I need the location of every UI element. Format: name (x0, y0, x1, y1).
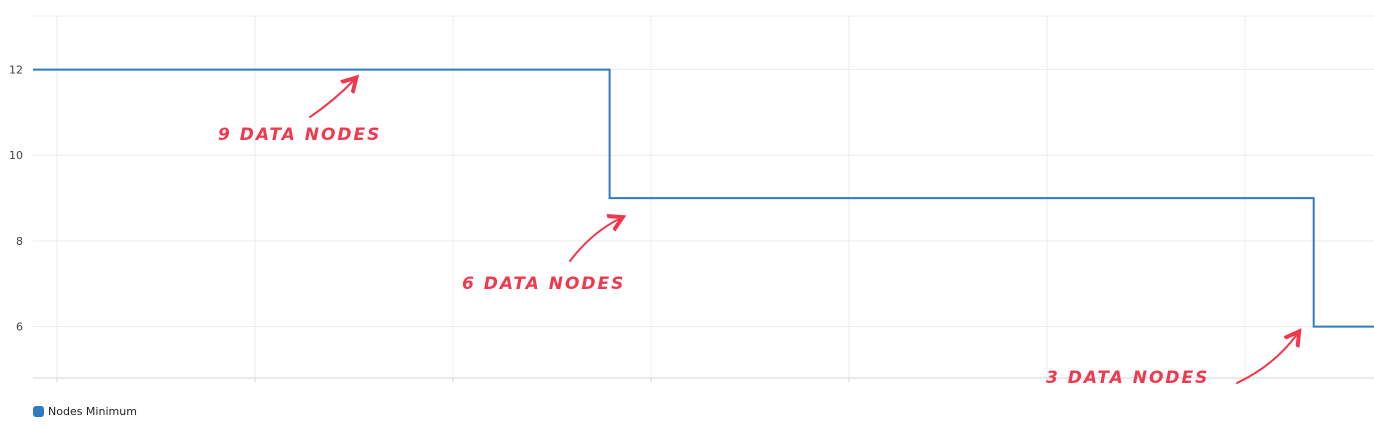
y-axis: 6 8 10 12 (9, 64, 23, 334)
y-tick-label: 8 (16, 235, 23, 248)
annotation-arrow (569, 218, 621, 262)
y-tick-label: 10 (9, 149, 23, 162)
annotation-arrow (1236, 333, 1298, 384)
series-line-nodes-minimum (33, 68, 1374, 328)
annotation-text: 9 DATA NODES (218, 125, 381, 145)
legend-swatch (33, 406, 44, 417)
annotations-layer: 9 DATA NODES 6 DATA NODES 3 DATA NODES (218, 79, 1298, 388)
y-tick-label: 6 (16, 321, 23, 334)
series-layer (33, 68, 1374, 328)
y-tick-label: 12 (9, 64, 23, 77)
annotation-text: 3 DATA NODES (1046, 368, 1209, 388)
annotation-text: 6 DATA NODES (462, 274, 625, 294)
legend-label: Nodes Minimum (48, 405, 137, 418)
annotation-arrow (309, 79, 355, 118)
legend: Nodes Minimum (33, 405, 137, 418)
chart: 6 8 10 12 9 DATA NODES 6 DATA NODES 3 DATA NO… (9, 15, 1374, 388)
